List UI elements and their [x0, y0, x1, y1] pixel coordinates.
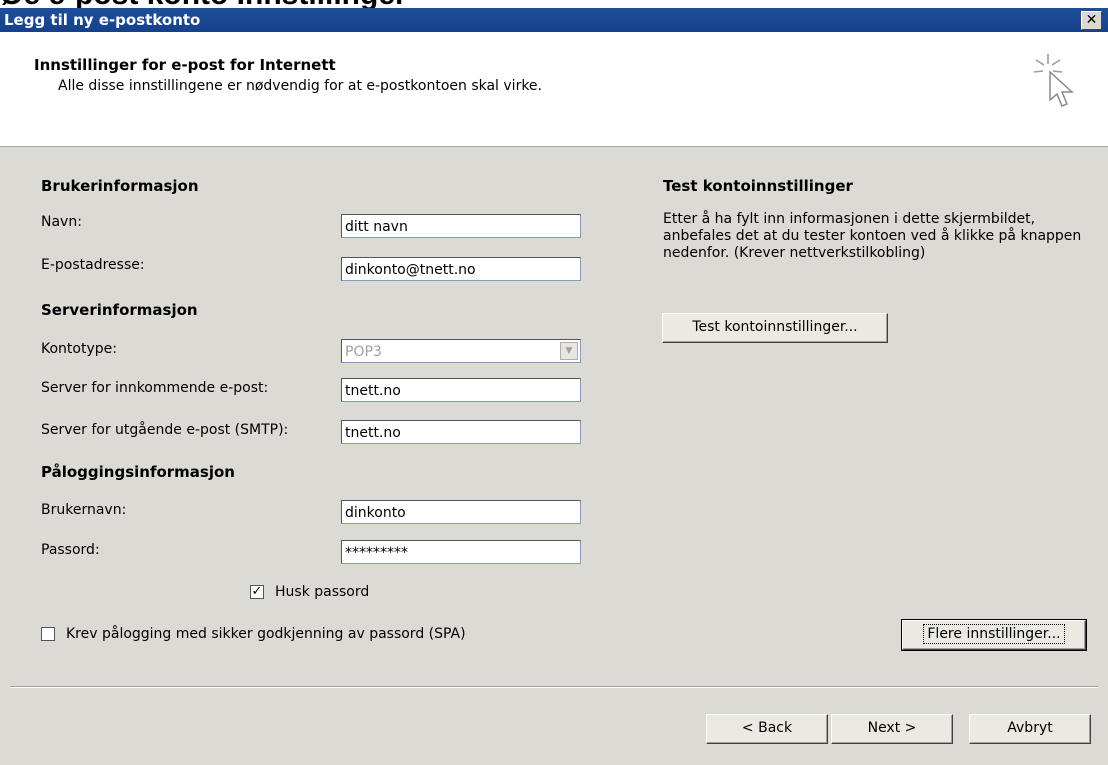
account-type-select: POP3 ▼ — [341, 339, 581, 363]
section-user-info: Brukerinformasjon — [41, 177, 199, 195]
header-panel: Innstillinger for e-post for Internett A… — [0, 32, 1108, 147]
chevron-down-icon: ▼ — [560, 342, 578, 360]
email-field[interactable]: dinkonto@tnett.no — [341, 257, 581, 281]
username-label: Brukernavn: — [41, 502, 127, 518]
account-type-value: POP3 — [345, 344, 382, 360]
cancel-button[interactable]: Avbryt — [969, 714, 1091, 744]
back-button[interactable]: < Back — [706, 714, 828, 744]
divider — [10, 686, 1098, 688]
account-type-label: Kontotype: — [41, 341, 117, 357]
cropped-caption: Øe e-post konto Innstillinger — [0, 0, 1108, 8]
check-icon: ✓ — [251, 584, 263, 599]
test-settings-button[interactable]: Test kontoinnstillinger... — [662, 313, 888, 343]
section-login-info: Påloggingsinformasjon — [41, 463, 235, 481]
test-description: Etter å ha fylt inn informasjonen i dett… — [663, 211, 1082, 261]
section-server-info: Serverinformasjon — [41, 301, 198, 319]
name-field[interactable]: ditt navn — [341, 214, 581, 238]
header-title: Innstillinger for e-post for Internett — [34, 56, 336, 74]
password-field[interactable]: ********* — [341, 540, 581, 564]
email-label: E-postadresse: — [41, 257, 145, 273]
username-field[interactable]: dinkonto — [341, 500, 581, 524]
more-settings-label: Flere innstillinger... — [923, 624, 1065, 644]
password-label: Passord: — [41, 542, 100, 558]
next-button[interactable]: Next > — [831, 714, 953, 744]
incoming-server-field[interactable]: tnett.no — [341, 378, 581, 402]
close-icon: ✕ — [1085, 12, 1098, 28]
header-subtitle: Alle disse innstillingene er nødvendig f… — [58, 78, 542, 94]
spa-checkbox[interactable] — [41, 627, 55, 641]
remember-password-checkbox[interactable]: ✓ — [250, 585, 264, 599]
outgoing-server-label: Server for utgående e-post (SMTP): — [41, 422, 289, 438]
section-test-settings: Test kontoinnstillinger — [663, 177, 853, 195]
title-bar: Legg til ny e-postkonto ✕ — [0, 8, 1108, 32]
incoming-server-label: Server for innkommende e-post: — [41, 380, 269, 396]
more-settings-button[interactable]: Flere innstillinger... — [901, 619, 1087, 651]
close-button[interactable]: ✕ — [1081, 11, 1102, 30]
name-label: Navn: — [41, 214, 82, 230]
outgoing-server-field[interactable]: tnett.no — [341, 420, 581, 444]
dialog-body: Brukerinformasjon Navn: ditt navn E-post… — [0, 147, 1108, 765]
remember-password-label: Husk passord — [275, 584, 370, 600]
window-title: Legg til ny e-postkonto — [4, 11, 201, 29]
cursor-sparkle-icon — [1033, 54, 1074, 107]
spa-label: Krev pålogging med sikker godkjenning av… — [66, 626, 466, 642]
